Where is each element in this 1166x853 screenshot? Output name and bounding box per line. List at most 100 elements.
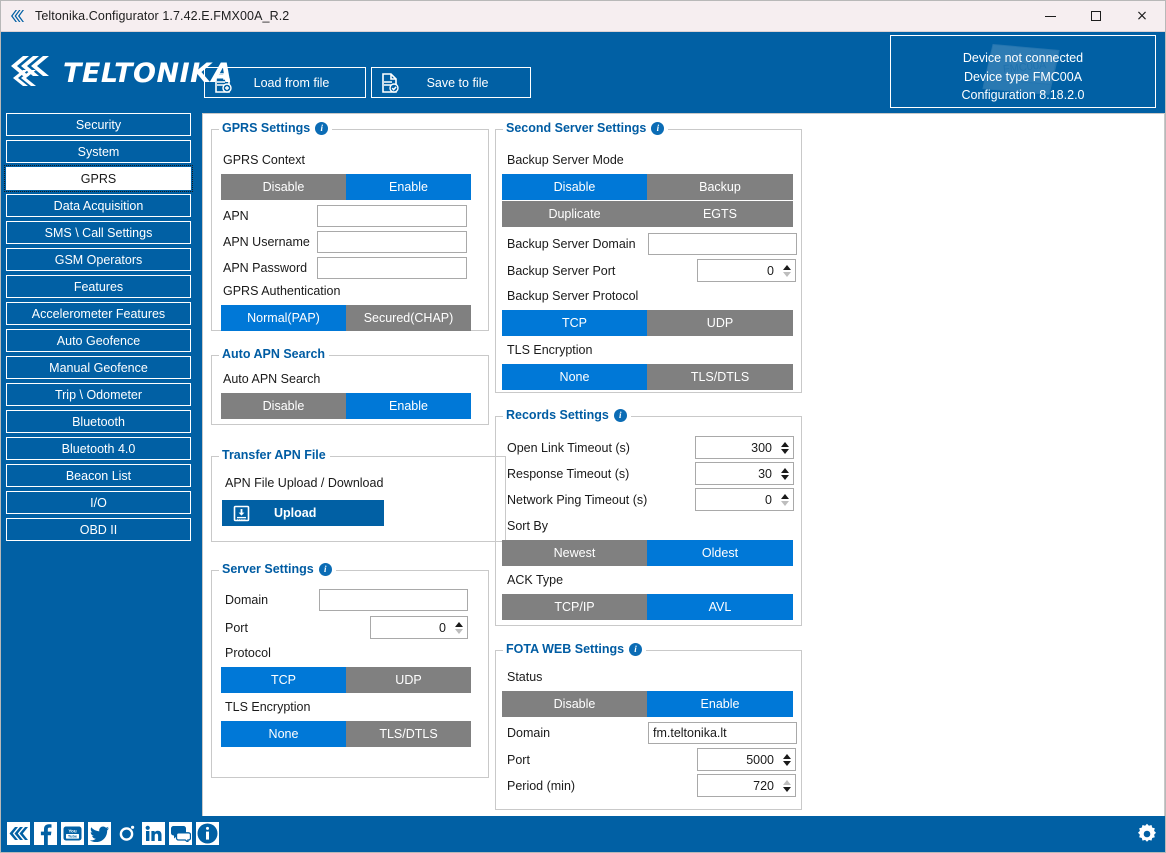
gprs-auth-option-normal-pap[interactable]: Normal(PAP) (221, 305, 346, 331)
instagram-icon[interactable] (115, 822, 138, 845)
maximize-button[interactable] (1073, 1, 1119, 31)
spinner-down-icon[interactable] (781, 500, 789, 506)
gprs-context-option-disable[interactable]: Disable (221, 174, 346, 200)
spinner-arrows[interactable] (777, 463, 793, 484)
apn-password-input[interactable] (317, 257, 467, 279)
spinner-up-icon[interactable] (781, 441, 789, 447)
sort-by-option-oldest[interactable]: Oldest (647, 540, 793, 566)
minimize-button[interactable] (1027, 1, 1073, 31)
backup-server-port-spinner[interactable]: 0 (697, 259, 796, 282)
sidebar-item-manual-geofence[interactable]: Manual Geofence (6, 356, 191, 379)
spinner-arrows[interactable] (779, 775, 795, 796)
ack-type-option-tcp-ip[interactable]: TCP/IP (502, 594, 647, 620)
spinner-up-icon[interactable] (781, 467, 789, 473)
server-port-spinner[interactable]: 0 (370, 616, 468, 639)
sidebar-item-beacon-list[interactable]: Beacon List (6, 464, 191, 487)
server-protocol-option-tcp[interactable]: TCP (221, 667, 346, 693)
backup-tls-option-tls-dtls[interactable]: TLS/DTLS (647, 364, 793, 390)
info-icon[interactable] (196, 822, 219, 845)
spinner-down-icon[interactable] (781, 448, 789, 454)
apn-username-input[interactable] (317, 231, 467, 253)
linkedin-icon[interactable] (142, 822, 165, 845)
fota-period-spinner[interactable]: 720 (697, 774, 796, 797)
spinner-down-icon[interactable] (783, 271, 791, 277)
apn-file-upload-download-label: APN File Upload / Download (225, 476, 384, 490)
sidebar-item-trip-odometer[interactable]: Trip \ Odometer (6, 383, 191, 406)
spinner-arrows[interactable] (777, 489, 793, 510)
open-link-timeout-spinner[interactable]: 300 (695, 436, 794, 459)
info-icon[interactable]: i (318, 562, 332, 576)
backup-mode-option-duplicate[interactable]: Duplicate (502, 201, 647, 227)
gprs-context-option-enable[interactable]: Enable (346, 174, 471, 200)
server-tls-option-none[interactable]: None (221, 721, 346, 747)
spinner-down-icon[interactable] (455, 628, 463, 634)
spinner-up-icon[interactable] (781, 493, 789, 499)
apn-input[interactable] (317, 205, 467, 227)
settings-button[interactable] (1135, 822, 1159, 846)
save-to-file-button[interactable]: Save to file (371, 67, 531, 98)
upload-button[interactable]: Upload (222, 500, 384, 526)
server-domain-input[interactable] (319, 589, 468, 611)
sidebar-item-gsm-operators[interactable]: GSM Operators (6, 248, 191, 271)
server-protocol-option-udp[interactable]: UDP (346, 667, 471, 693)
spinner-up-icon[interactable] (783, 753, 791, 759)
close-button[interactable]: × (1119, 1, 1165, 31)
fota-port-spinner[interactable]: 5000 (697, 748, 796, 771)
backup-protocol-option-tcp[interactable]: TCP (502, 310, 647, 336)
sidebar-item-data-acquisition[interactable]: Data Acquisition (6, 194, 191, 217)
info-icon[interactable]: i (629, 642, 643, 656)
sidebar-item-io[interactable]: I/O (6, 491, 191, 514)
info-icon[interactable]: i (651, 121, 665, 135)
forum-icon[interactable] (169, 822, 192, 845)
backup-mode-option-backup[interactable]: Backup (647, 174, 793, 200)
ack-type-option-avl[interactable]: AVL (647, 594, 793, 620)
sidebar-item-security[interactable]: Security (6, 113, 191, 136)
spinner-down-icon[interactable] (783, 786, 791, 792)
info-icon[interactable]: i (315, 121, 329, 135)
spinner-arrows[interactable] (451, 617, 467, 638)
sidebar-item-system[interactable]: System (6, 140, 191, 163)
network-ping-timeout-row: Network Ping Timeout (s) 0 (507, 488, 794, 511)
backup-protocol-option-udp[interactable]: UDP (647, 310, 793, 336)
sidebar-item-features[interactable]: Features (6, 275, 191, 298)
response-timeout-label: Response Timeout (s) (507, 466, 630, 481)
backup-mode-option-egts[interactable]: EGTS (647, 201, 793, 227)
spinner-up-icon[interactable] (783, 264, 791, 270)
spinner-up-icon[interactable] (455, 621, 463, 627)
fota-status-option-disable[interactable]: Disable (502, 691, 647, 717)
spinner-down-icon[interactable] (783, 760, 791, 766)
sidebar-item-bluetooth[interactable]: Bluetooth (6, 410, 191, 433)
spinner-up-icon[interactable] (783, 779, 791, 785)
sidebar-item-bluetooth-40[interactable]: Bluetooth 4.0 (6, 437, 191, 460)
sidebar-item-obd-ii[interactable]: OBD II (6, 518, 191, 541)
auto-apn-search-option-enable[interactable]: Enable (346, 393, 471, 419)
fota-status-option-enable[interactable]: Enable (647, 691, 793, 717)
load-from-file-button[interactable]: Load from file (204, 67, 366, 98)
facebook-icon[interactable] (34, 822, 57, 845)
fota-domain-input[interactable]: fm.teltonika.lt (648, 722, 797, 744)
sort-by-option-newest[interactable]: Newest (502, 540, 647, 566)
sidebar-item-accelerometer-features[interactable]: Accelerometer Features (6, 302, 191, 325)
response-timeout-spinner[interactable]: 30 (695, 462, 794, 485)
info-icon[interactable]: i (613, 408, 627, 422)
sidebar-item-gprs[interactable]: GPRS (4, 165, 193, 192)
backup-server-domain-input[interactable] (648, 233, 797, 255)
backup-server-port-value: 0 (767, 263, 774, 278)
server-port-label: Port (225, 620, 248, 635)
teltonika-logo-icon[interactable] (7, 822, 30, 845)
sidebar-item-sms-call-settings[interactable]: SMS \ Call Settings (6, 221, 191, 244)
gprs-auth-option-secured-chap[interactable]: Secured(CHAP) (346, 305, 471, 331)
twitter-icon[interactable] (88, 822, 111, 845)
sidebar-item-auto-geofence[interactable]: Auto Geofence (6, 329, 191, 352)
youtube-icon[interactable]: You Tube (61, 822, 84, 845)
spinner-arrows[interactable] (779, 260, 795, 281)
spinner-down-icon[interactable] (781, 474, 789, 480)
network-ping-timeout-spinner[interactable]: 0 (695, 488, 794, 511)
spinner-arrows[interactable] (779, 749, 795, 770)
backup-tls-option-none[interactable]: None (502, 364, 647, 390)
auto-apn-search-option-disable[interactable]: Disable (221, 393, 346, 419)
server-tls-option-tls-dtls[interactable]: TLS/DTLS (346, 721, 471, 747)
gprs-settings-group: GPRS Settings i GPRS Context Disable Ena… (211, 121, 489, 331)
spinner-arrows[interactable] (777, 437, 793, 458)
backup-mode-option-disable[interactable]: Disable (502, 174, 647, 200)
